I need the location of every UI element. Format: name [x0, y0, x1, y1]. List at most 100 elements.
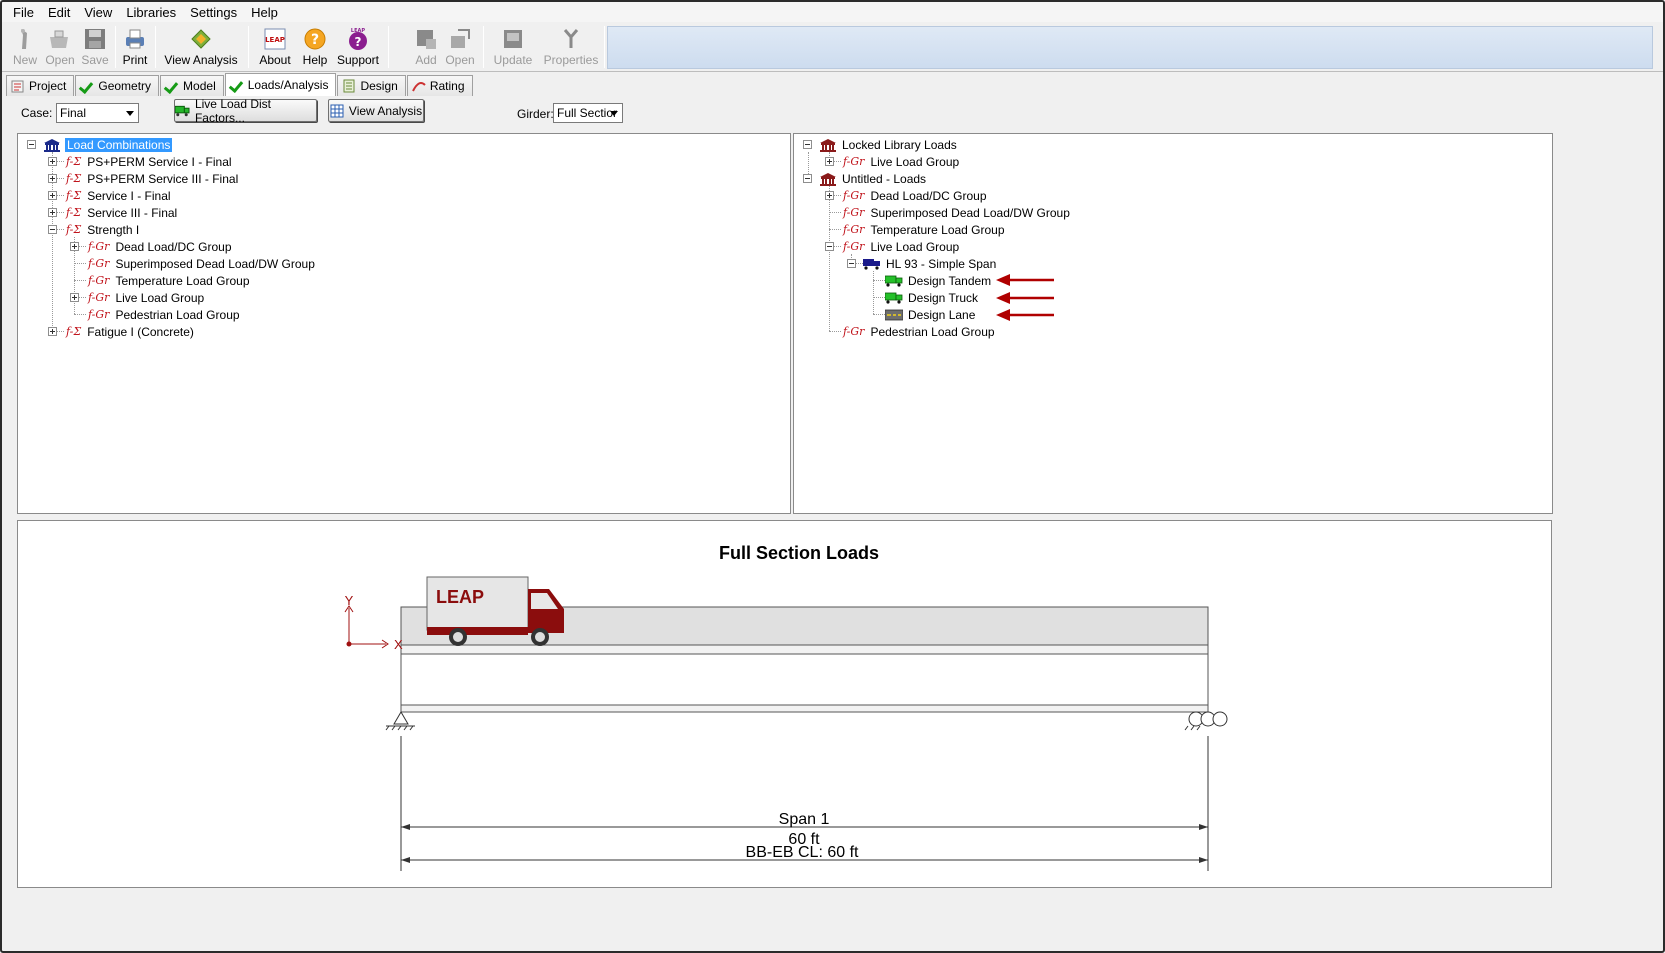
tree-line — [873, 297, 885, 298]
collapse-toggle[interactable] — [847, 259, 856, 268]
menu-edit[interactable]: Edit — [41, 5, 77, 20]
tab-project[interactable]: Project — [6, 75, 75, 96]
tree-line — [829, 212, 841, 213]
tree-node-combination[interactable]: f-Σ Fatigue I (Concrete) — [66, 323, 194, 340]
tree-node-design-truck[interactable]: Design Truck — [885, 289, 978, 306]
girder-bottom-flange — [400, 704, 1209, 713]
open-button[interactable]: Open — [44, 24, 76, 70]
tree-line — [74, 263, 86, 264]
print-button[interactable]: Print — [119, 24, 151, 70]
menu-libraries[interactable]: Libraries — [119, 5, 183, 20]
tree-node-combination[interactable]: f-Σ Service III - Final — [66, 204, 177, 221]
expand-toggle[interactable] — [70, 293, 79, 302]
support-button[interactable]: ? LEAP Support — [333, 24, 383, 70]
collapse-toggle[interactable] — [825, 242, 834, 251]
view-analysis-button[interactable]: View Analysis — [159, 24, 243, 70]
update-button[interactable]: Update — [491, 24, 535, 70]
tree-node-combination[interactable]: f-Σ Service I - Final — [66, 187, 171, 204]
tree-line — [829, 331, 841, 332]
group-icon: f-Gr — [88, 291, 110, 304]
open-item-button[interactable]: Open — [444, 24, 476, 70]
tree-node-group[interactable]: f-Gr Superimposed Dead Load/DW Group — [843, 204, 1070, 221]
expand-toggle[interactable] — [70, 242, 79, 251]
tree-node-design-tandem[interactable]: Design Tandem — [885, 272, 991, 289]
tree-node-hl93[interactable]: HL 93 - Simple Span — [863, 255, 996, 272]
collapse-toggle[interactable] — [27, 140, 36, 149]
collapse-toggle[interactable] — [803, 174, 812, 183]
about-button[interactable]: LEAP About — [256, 24, 294, 70]
view-analysis-small-button[interactable]: View Analysis — [328, 99, 424, 122]
add-button[interactable]: Add — [412, 24, 440, 70]
span-dimension: Span 1 60 ft — [401, 811, 1208, 848]
menu-help[interactable]: Help — [244, 5, 285, 20]
tree-node-combination[interactable]: f-Σ PS+PERM Service III - Final — [66, 170, 238, 187]
svg-text:?: ? — [311, 32, 319, 48]
tree-node-group[interactable]: f-Gr Temperature Load Group — [843, 221, 1005, 238]
expand-toggle[interactable] — [825, 191, 834, 200]
girder-select[interactable]: Full Sectior — [553, 103, 623, 123]
save-button[interactable]: Save — [80, 24, 110, 70]
help-button[interactable]: ? Help — [299, 24, 331, 70]
bank-building-icon — [820, 172, 836, 186]
menu-settings[interactable]: Settings — [183, 5, 244, 20]
tab-design[interactable]: Design — [337, 75, 406, 96]
tree-node-design-lane[interactable]: Design Lane — [885, 306, 975, 323]
group-icon: f-Gr — [843, 223, 865, 236]
case-label: Case: — [21, 106, 53, 120]
tree-node-strength-i[interactable]: f-Σ Strength I — [66, 221, 139, 238]
collapse-toggle[interactable] — [48, 225, 57, 234]
tab-loads-analysis[interactable]: Loads/Analysis — [224, 73, 337, 96]
tree-node-group[interactable]: f-Gr Pedestrian Load Group — [843, 323, 995, 340]
section-loads-drawing: Full Section Loads Y X LEAP Span 1 60 ft… — [17, 520, 1552, 888]
tab-model[interactable]: Model — [160, 75, 224, 96]
girder-label: Girder: — [517, 107, 554, 121]
toolbar-separator — [483, 26, 484, 68]
group-icon: f-Gr — [88, 257, 110, 270]
tree-node-combination[interactable]: f-Σ PS+PERM Service I - Final — [66, 153, 232, 170]
tree-node-group[interactable]: f-Gr Live Load Group — [88, 289, 204, 306]
tree-node-group[interactable]: f-Gr Superimposed Dead Load/DW Group — [88, 255, 315, 272]
grid-icon — [330, 104, 344, 117]
printer-icon — [126, 29, 144, 49]
expand-toggle[interactable] — [48, 174, 57, 183]
loads-library-tree[interactable]: Locked Library Loads f-Gr Live Load Grou… — [793, 133, 1553, 514]
tree-node-untitled-loads[interactable]: Untitled - Loads — [819, 170, 926, 187]
svg-text:?: ? — [355, 35, 362, 49]
case-select[interactable]: Final — [56, 103, 139, 123]
tree-node-locked-library[interactable]: Locked Library Loads — [819, 136, 957, 153]
expand-toggle[interactable] — [825, 157, 834, 166]
tree-node-load-combinations[interactable]: Load Combinations — [43, 136, 173, 153]
collapse-toggle[interactable] — [803, 140, 812, 149]
options-row: Case: Final Live Load Dist Factors... Vi… — [2, 97, 1663, 130]
expand-toggle[interactable] — [48, 191, 57, 200]
tree-node-group[interactable]: f-Gr Dead Load/DC Group — [88, 238, 232, 255]
new-button[interactable]: New — [10, 24, 40, 70]
group-icon: f-Gr — [843, 189, 865, 202]
bank-building-icon — [820, 138, 836, 152]
properties-button[interactable]: Properties — [542, 24, 600, 70]
expand-toggle[interactable] — [48, 157, 57, 166]
red-arrow-icon — [996, 292, 1054, 304]
rating-icon — [411, 82, 426, 92]
live-load-dist-factors-button[interactable]: Live Load Dist Factors... — [174, 97, 317, 125]
load-combinations-tree[interactable]: Load Combinations f-Σ PS+PERM Service I … — [17, 133, 791, 514]
chevron-down-icon — [122, 104, 138, 122]
menu-file[interactable]: File — [6, 5, 41, 20]
expand-toggle[interactable] — [48, 327, 57, 336]
tree-node-group[interactable]: f-Gr Temperature Load Group — [88, 272, 250, 289]
tab-geometry[interactable]: Geometry — [75, 75, 160, 96]
tab-rating[interactable]: Rating — [406, 75, 473, 96]
tree-node-group[interactable]: f-Gr Pedestrian Load Group — [88, 306, 240, 323]
project-icon — [11, 80, 24, 93]
tree-node-group[interactable]: f-Gr Live Load Group — [843, 153, 959, 170]
truck-icon — [863, 258, 880, 270]
tree-node-group[interactable]: f-Gr Dead Load/DC Group — [843, 187, 987, 204]
sigma-icon: f-Σ — [66, 223, 82, 236]
menu-view[interactable]: View — [77, 5, 119, 20]
expand-toggle[interactable] — [48, 208, 57, 217]
girder-top-flange — [400, 644, 1209, 655]
tree-node-live-load-group[interactable]: f-Gr Live Load Group — [843, 238, 959, 255]
tree-line — [74, 314, 86, 315]
x-axis-label: X — [394, 637, 403, 652]
check-icon — [80, 80, 94, 92]
